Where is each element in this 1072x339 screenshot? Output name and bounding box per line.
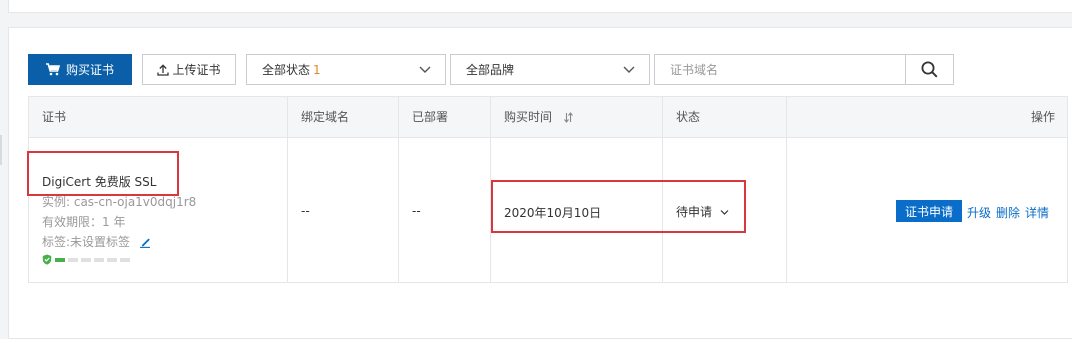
column-header-certificate: 证书 <box>42 110 67 124</box>
security-level-indicator <box>42 254 130 265</box>
upload-icon <box>157 63 170 76</box>
brand-filter-label: 全部品牌 <box>466 63 515 77</box>
domain-search-input[interactable] <box>654 54 906 85</box>
sort-icon[interactable] <box>563 112 573 123</box>
table-header: 证书 绑定域名 已部署 购买时间 状态 操作 <box>29 97 1067 138</box>
column-header-deployed: 已部署 <box>412 110 449 124</box>
column-divider <box>786 97 787 282</box>
shield-check-icon <box>42 254 52 265</box>
column-header-actions: 操作 <box>1030 110 1055 124</box>
purchase-time-value: 2020年10月10日 <box>504 206 602 220</box>
status-value: 待申请 <box>676 205 713 219</box>
edit-pencil-icon[interactable] <box>139 237 151 248</box>
column-header-purchase-time[interactable]: 购买时间 <box>504 97 573 137</box>
certificate-instance-id: 实例: cas-cn-oja1v0dqj1r8 <box>42 195 197 209</box>
deployed-value: -- <box>412 204 421 218</box>
search-button[interactable] <box>905 54 954 85</box>
level-segment <box>107 257 117 262</box>
upload-certificate-button[interactable]: 上传证书 <box>142 54 236 85</box>
top-panel <box>8 0 1072 13</box>
cart-icon <box>45 63 60 76</box>
certificate-tag-label: 标签:未设置标签 <box>42 235 131 249</box>
status-filter-label: 全部状态 <box>262 63 311 77</box>
certificate-validity: 有效期限：1 年 <box>42 215 126 229</box>
column-divider <box>662 97 663 282</box>
upload-certificate-label: 上传证书 <box>172 63 221 77</box>
chevron-down-icon <box>419 66 431 73</box>
buy-certificate-label: 购买证书 <box>65 63 114 77</box>
level-segment <box>81 257 91 262</box>
bound-domain-value: -- <box>301 204 310 218</box>
certificate-table: 证书 绑定域名 已部署 购买时间 状态 操作 DigiCert 免费版 SSL … <box>28 96 1068 283</box>
certificate-name: DigiCert 免费版 SSL <box>42 175 157 189</box>
purchase-time-header-label: 购买时间 <box>504 110 553 124</box>
buy-certificate-button[interactable]: 购买证书 <box>28 54 132 85</box>
certificate-tag: 标签:未设置标签 <box>42 233 151 250</box>
level-segment <box>94 257 104 262</box>
chevron-down-icon <box>720 210 729 215</box>
status-dropdown[interactable]: 待申请 <box>676 203 729 220</box>
delete-link[interactable]: 删除 <box>996 204 1020 221</box>
side-handle <box>0 135 2 165</box>
apply-certificate-button[interactable]: 证书申请 <box>896 200 962 222</box>
upgrade-link[interactable]: 升级 <box>967 204 991 221</box>
column-header-status: 状态 <box>676 110 701 124</box>
level-segment <box>120 257 130 262</box>
chevron-down-icon <box>623 66 635 73</box>
level-segment <box>55 257 65 262</box>
column-divider <box>398 97 399 282</box>
column-header-bound-domain: 绑定域名 <box>301 110 350 124</box>
detail-link[interactable]: 详情 <box>1025 204 1049 221</box>
brand-filter-select[interactable]: 全部品牌 <box>450 54 650 85</box>
status-filter-select[interactable]: 全部状态 1 <box>246 54 446 85</box>
level-segment <box>68 257 78 262</box>
status-filter-count: 1 <box>313 62 321 77</box>
search-icon <box>921 61 938 78</box>
column-divider <box>490 97 491 282</box>
column-divider <box>287 97 288 282</box>
